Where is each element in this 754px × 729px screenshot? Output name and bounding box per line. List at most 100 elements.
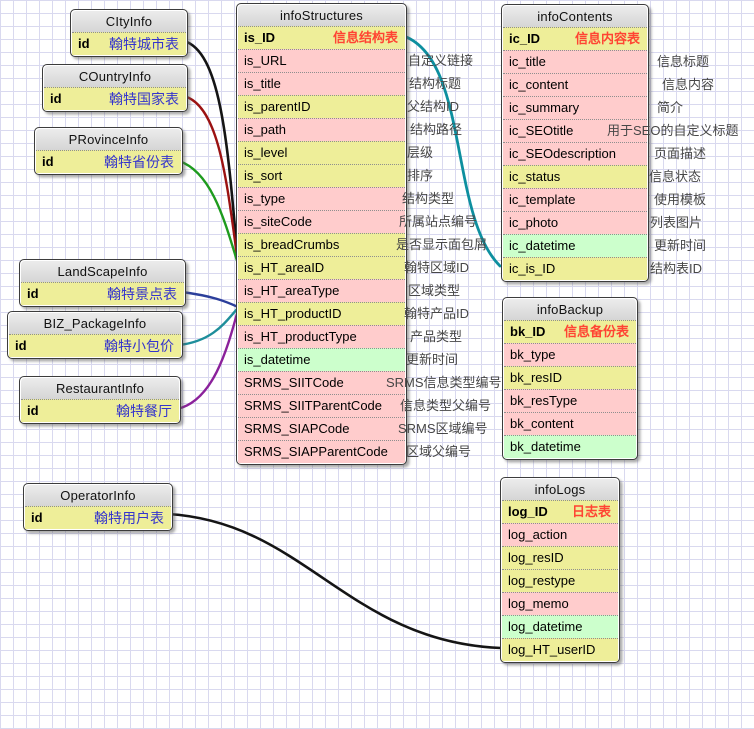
- field-name-log_resID: log_resID: [508, 550, 564, 565]
- field-name-is_HT_productID: is_HT_productID: [244, 306, 342, 321]
- field-name-is_ID: is_ID: [244, 30, 275, 45]
- table-COuntryInfo[interactable]: COuntryInfoid翰特国家表: [42, 64, 188, 112]
- field-row-is_URL[interactable]: is_URL自定义链接: [238, 49, 405, 72]
- field-comment-SRMS_SIITCode: SRMS信息类型编号: [386, 372, 502, 394]
- field-name-is_URL: is_URL: [244, 53, 287, 68]
- field-row-is_level[interactable]: is_level层级: [238, 141, 405, 164]
- field-row-is_path[interactable]: is_path结构路径: [238, 118, 405, 141]
- field-name-log_HT_userID: log_HT_userID: [508, 642, 595, 657]
- field-row-is_title[interactable]: is_title结构标题: [238, 72, 405, 95]
- field-row-is_breadCrumbs[interactable]: is_breadCrumbs是否显示面包屑: [238, 233, 405, 256]
- field-row-log_restype[interactable]: log_restype: [502, 569, 618, 592]
- field-row-id[interactable]: id翰特景点表: [21, 282, 184, 305]
- field-row-id[interactable]: id翰特餐厅: [21, 399, 179, 422]
- table-infoLogs[interactable]: infoLogslog_ID日志表log_action log_resID log_…: [500, 477, 620, 663]
- field-name-ic_title: ic_title: [509, 54, 546, 69]
- field-row-is_siteCode[interactable]: is_siteCode所属站点编号: [238, 210, 405, 233]
- field-row-bk_content[interactable]: bk_content: [504, 412, 636, 435]
- table-title-infoLogs: infoLogs: [502, 479, 618, 500]
- field-comment-is_sort: 排序: [407, 165, 433, 187]
- field-row-ic_datetime[interactable]: ic_datetime更新时间: [503, 234, 647, 257]
- field-comment-ic_status: 信息状态: [649, 166, 701, 188]
- field-row-ic_is_ID[interactable]: ic_is_ID结构表ID: [503, 257, 647, 280]
- table-title-infoContents: infoContents: [503, 6, 647, 27]
- field-row-ic_SEOdescription[interactable]: ic_SEOdescription页面描述: [503, 142, 647, 165]
- field-name-SRMS_SIAPParentCode: SRMS_SIAPParentCode: [244, 444, 388, 459]
- field-comment-is_HT_areaID: 翰特区域ID: [404, 257, 469, 279]
- field-name-log_restype: log_restype: [508, 573, 575, 588]
- table-LandScapeInfo[interactable]: LandScapeInfoid翰特景点表: [19, 259, 186, 307]
- field-row-ic_title[interactable]: ic_title信息标题: [503, 50, 647, 73]
- table-BIZ_PackageInfo[interactable]: BIZ_PackageInfoid翰特小包价: [7, 311, 183, 359]
- field-comment-ic_template: 使用模板: [654, 189, 706, 211]
- field-name-ic_ID: ic_ID: [509, 31, 540, 46]
- field-row-SRMS_SIAPParentCode[interactable]: SRMS_SIAPParentCode区域父编号: [238, 440, 405, 463]
- diagram-canvas[interactable]: CItyInfoid翰特城市表 COuntryInfoid翰特国家表 PRovinc…: [0, 0, 754, 729]
- field-row-log_HT_userID[interactable]: log_HT_userID: [502, 638, 618, 661]
- field-row-log_resID[interactable]: log_resID: [502, 546, 618, 569]
- field-row-is_datetime[interactable]: is_datetime更新时间: [238, 348, 405, 371]
- field-row-bk_type[interactable]: bk_type: [504, 343, 636, 366]
- field-comment-ic_is_ID: 结构表ID: [650, 258, 702, 280]
- field-row-id[interactable]: id翰特国家表: [44, 87, 186, 110]
- field-name-bk_ID: bk_ID: [510, 324, 545, 339]
- table-PRovinceInfo[interactable]: PRovinceInfoid翰特省份表: [34, 127, 183, 175]
- connector-landscapeinfo-to-infostructures[interactable]: [182, 292, 238, 307]
- field-comment-is_HT_areaType: 区域类型: [408, 280, 460, 302]
- field-row-id[interactable]: id翰特用户表: [25, 506, 171, 529]
- field-row-bk_datetime[interactable]: bk_datetime: [504, 435, 636, 458]
- field-row-log_ID[interactable]: log_ID日志表: [502, 500, 618, 523]
- field-name-ic_template: ic_template: [509, 192, 575, 207]
- field-row-ic_status[interactable]: ic_status信息状态: [503, 165, 647, 188]
- field-row-ic_summary[interactable]: ic_summary简介: [503, 96, 647, 119]
- table-annotation-RestaurantInfo: 翰特餐厅: [116, 400, 172, 422]
- field-row-is_sort[interactable]: is_sort排序: [238, 164, 405, 187]
- field-row-ic_photo[interactable]: ic_photo列表图片: [503, 211, 647, 234]
- table-infoContents[interactable]: infoContentsic_ID信息内容表ic_title信息标题ic_con…: [501, 4, 649, 282]
- table-OperatorInfo[interactable]: OperatorInfoid翰特用户表: [23, 483, 173, 531]
- field-name-bk_resID: bk_resID: [510, 370, 562, 385]
- table-title-BIZ_PackageInfo: BIZ_PackageInfo: [9, 313, 181, 334]
- table-annotation-CItyInfo: 翰特城市表: [109, 33, 179, 55]
- field-row-id[interactable]: id翰特城市表: [72, 32, 186, 55]
- field-row-SRMS_SIITCode[interactable]: SRMS_SIITCodeSRMS信息类型编号: [238, 371, 405, 394]
- connector-cityinfo-to-infostructures[interactable]: [184, 41, 238, 262]
- field-row-SRMS_SIAPCode[interactable]: SRMS_SIAPCodeSRMS区域编号: [238, 417, 405, 440]
- field-row-SRMS_SIITParentCode[interactable]: SRMS_SIITParentCode信息类型父编号: [238, 394, 405, 417]
- field-row-ic_template[interactable]: ic_template使用模板: [503, 188, 647, 211]
- field-name-is_siteCode: is_siteCode: [244, 214, 312, 229]
- field-row-is_HT_productID[interactable]: is_HT_productID翰特产品ID: [238, 302, 405, 325]
- field-row-id[interactable]: id翰特小包价: [9, 334, 181, 357]
- field-row-bk_ID[interactable]: bk_ID信息备份表: [504, 320, 636, 343]
- field-row-bk_resType[interactable]: bk_resType: [504, 389, 636, 412]
- field-comment-is_parentID: 父结构ID: [407, 96, 459, 118]
- table-RestaurantInfo[interactable]: RestaurantInfoid翰特餐厅: [19, 376, 181, 424]
- connector-operatorinfo-to-infologs[interactable]: [168, 514, 501, 648]
- field-row-is_HT_productType[interactable]: is_HT_productType产品类型: [238, 325, 405, 348]
- field-name-is_sort: is_sort: [244, 168, 282, 183]
- field-row-is_ID[interactable]: is_ID信息结构表: [238, 26, 405, 49]
- field-row-ic_ID[interactable]: ic_ID信息内容表: [503, 27, 647, 50]
- field-comment-is_title: 结构标题: [409, 73, 461, 95]
- field-row-is_parentID[interactable]: is_parentID父结构ID: [238, 95, 405, 118]
- field-row-bk_resID[interactable]: bk_resID: [504, 366, 636, 389]
- field-row-is_HT_areaType[interactable]: is_HT_areaType区域类型: [238, 279, 405, 302]
- field-name-bk_datetime: bk_datetime: [510, 439, 581, 454]
- field-name-ic_is_ID: ic_is_ID: [509, 261, 555, 276]
- table-CItyInfo[interactable]: CItyInfoid翰特城市表: [70, 9, 188, 57]
- field-row-id[interactable]: id翰特省份表: [36, 150, 181, 173]
- table-title-RestaurantInfo: RestaurantInfo: [21, 378, 179, 399]
- table-title-OperatorInfo: OperatorInfo: [25, 485, 171, 506]
- field-row-log_action[interactable]: log_action: [502, 523, 618, 546]
- field-row-is_type[interactable]: is_type结构类型: [238, 187, 405, 210]
- table-infoBackup[interactable]: infoBackupbk_ID信息备份表bk_typebk_resIDbk_re…: [502, 297, 638, 460]
- field-row-log_memo[interactable]: log_memo: [502, 592, 618, 615]
- field-row-ic_SEOtitle[interactable]: ic_SEOtitle用于SEO的自定义标题: [503, 119, 647, 142]
- table-title-COuntryInfo: COuntryInfo: [44, 66, 186, 87]
- field-row-is_HT_areaID[interactable]: is_HT_areaID翰特区域ID: [238, 256, 405, 279]
- field-name-bk_resType: bk_resType: [510, 393, 577, 408]
- connector-restaurantinfo-to-infostructures[interactable]: [177, 310, 238, 409]
- table-infoStructures[interactable]: infoStructuresis_ID信息结构表is_URL自定义链接is_ti…: [236, 3, 407, 465]
- field-row-ic_content[interactable]: ic_content信息内容: [503, 73, 647, 96]
- field-row-log_datetime[interactable]: log_datetime: [502, 615, 618, 638]
